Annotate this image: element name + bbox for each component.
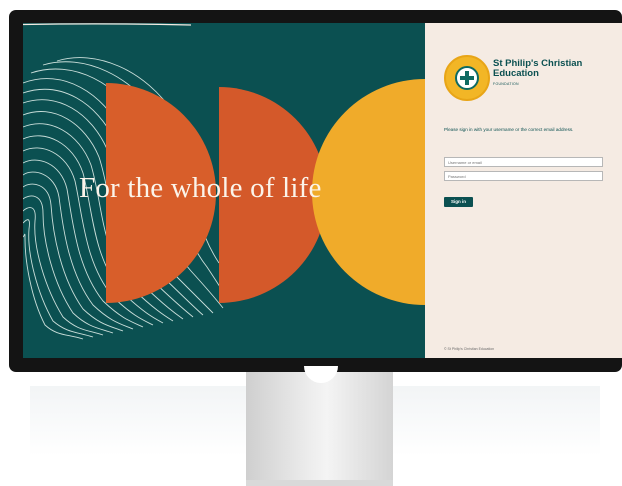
tagline-underline [23, 23, 191, 26]
username-input[interactable] [444, 157, 603, 167]
monitor-stand-neck [246, 372, 393, 486]
hero-panel: For the whole of life [23, 23, 425, 358]
monitor-stand-base [246, 480, 393, 486]
password-input[interactable] [444, 171, 603, 181]
org-logo: St Philip's Christian Education FOUNDATI… [444, 55, 614, 105]
monitor-screen: For the whole of life St Philip's Christ… [23, 23, 622, 358]
copyright-footer: © St Philip's Christian Education [444, 347, 495, 351]
gold-half-disc [312, 79, 425, 305]
org-subtitle: FOUNDATION [493, 82, 519, 86]
org-name: St Philip's Christian Education [493, 58, 583, 79]
login-panel: St Philip's Christian Education FOUNDATI… [425, 23, 622, 358]
sign-in-button[interactable]: Sign in [444, 197, 473, 207]
hero-tagline: For the whole of life [79, 172, 322, 204]
sign-in-instructions: Please sign in with your username or the… [444, 127, 574, 132]
crest-icon [444, 55, 490, 101]
